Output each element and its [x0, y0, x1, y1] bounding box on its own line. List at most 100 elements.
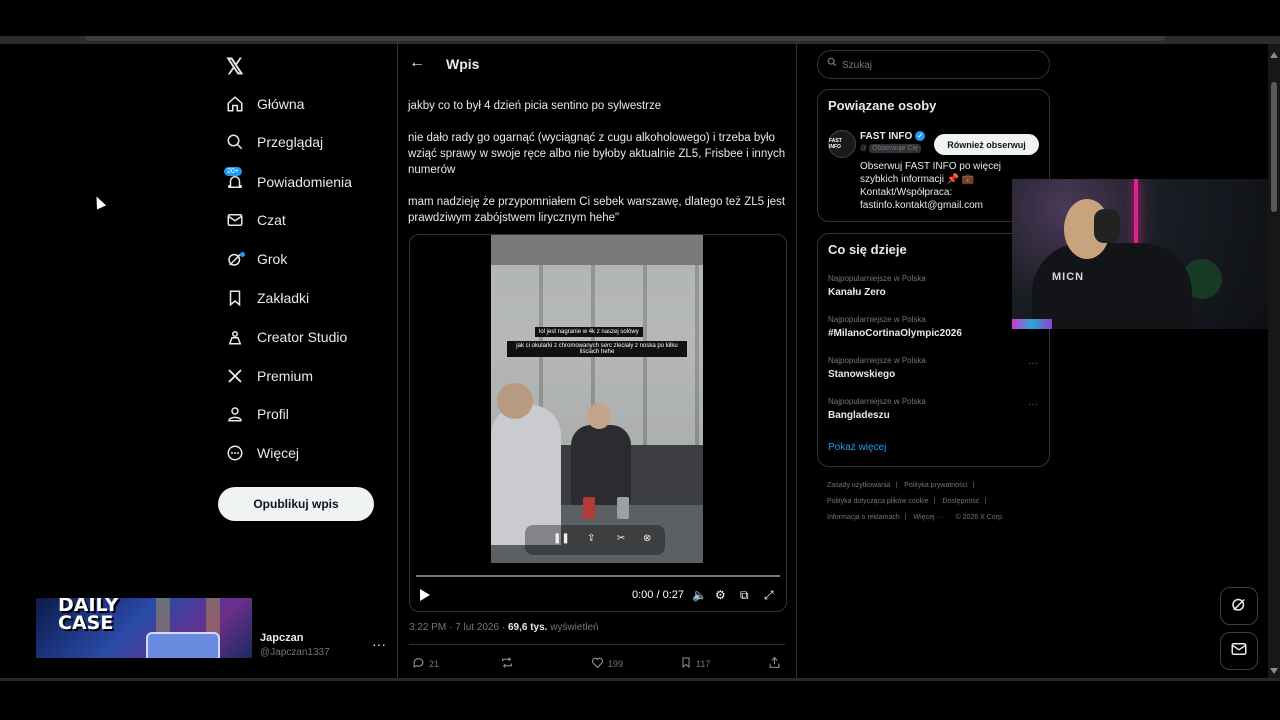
settings-gear-icon[interactable]: ⚙ [715, 588, 726, 602]
video-caption: lol jest nagranie w 4k z naszej solówy [535, 327, 643, 337]
like-button[interactable]: 199 [591, 656, 623, 672]
bookmark-button[interactable]: 117 [680, 656, 710, 672]
bookmark-count: 117 [696, 659, 711, 669]
notification-badge: 20+ [224, 167, 242, 176]
account-switcher[interactable]: Japczan @Japczan1337 [260, 632, 330, 658]
video-progress-bar[interactable] [416, 575, 780, 577]
account-bio: Obserwuj FAST INFO po więcej szybkich in… [860, 161, 1001, 211]
nav-item-label: Premium [257, 368, 314, 384]
search-box[interactable] [817, 50, 1050, 79]
follow-back-button[interactable]: Również obserwuj [934, 134, 1039, 155]
trend-name: Stanowskiego [828, 369, 896, 380]
webcam-shirt-label: MICN [1052, 271, 1085, 283]
post-meta: 3:22 PM · 7 lut 2026 · 69,6 tys. wyświet… [409, 622, 599, 633]
reply-icon [412, 656, 425, 672]
trend-context: Najpopularniejsze w Polska [828, 274, 926, 283]
nav-item-notifications[interactable]: 20+ Powiadomienia [218, 166, 352, 198]
trend-more-icon[interactable]: ··· [1028, 358, 1038, 369]
post-timestamp: 3:22 PM · 7 lut 2026 · [409, 622, 508, 633]
trend-item[interactable]: Najpopularniejsze w Polska Stanowskiego … [828, 356, 1038, 380]
nav-item-more[interactable]: Więcej [218, 437, 299, 469]
panel-heading: Co się dzieje [828, 242, 907, 257]
nav-item-label: Grok [257, 251, 288, 267]
trend-item[interactable]: Najpopularniejsze w Polska Bangladeszu ·… [828, 397, 1038, 421]
post-text-paragraph: nie dało rady go ogarnąć (wyciągnąć z cu… [408, 132, 786, 176]
search-icon [218, 133, 252, 151]
trend-item[interactable]: Najpopularniejsze w Polska Kanału Zero [828, 274, 1038, 298]
views-label: wyświetleń [547, 622, 599, 633]
nav-item-label: Czat [257, 212, 286, 228]
view-count: 69,6 tys. [507, 622, 548, 633]
post-text-paragraph: mam nadzieję że przypomniałem Ci sebek w… [408, 196, 786, 224]
video-time: 0:00 / 0:27 [632, 589, 684, 601]
nav-item-bookmarks[interactable]: Zakładki [218, 282, 309, 314]
grok-icon [1230, 595, 1248, 618]
page-scrollbar[interactable] [1268, 44, 1280, 678]
nav-item-label: Przeglądaj [257, 134, 324, 150]
nav-item-label: Więcej [257, 445, 300, 461]
scroll-down-icon[interactable] [1270, 668, 1278, 674]
nav-item-profile[interactable]: Profil [218, 398, 289, 430]
share-button[interactable] [768, 656, 785, 672]
mail-icon [1230, 640, 1248, 663]
scrollbar-thumb[interactable] [1271, 82, 1277, 212]
webcam-overlay: MICN [1012, 179, 1280, 329]
footer-links: Zasady użytkowania | Polityka prywatności… [827, 482, 1004, 521]
case-box-image [146, 632, 220, 658]
nav-item-chat[interactable]: Czat [218, 204, 286, 236]
nav-item-premium[interactable]: Premium [218, 360, 313, 392]
back-arrow-icon[interactable]: ← [409, 54, 425, 72]
grok-dot [240, 252, 245, 257]
nav-item-home[interactable]: Główna [218, 88, 304, 120]
x-logo-icon[interactable]: 𝕏 [226, 54, 244, 80]
footer-link-cookies[interactable]: Polityka dotycząca plików cookie [827, 498, 929, 505]
trend-name: #MilanoCortinaOlympic2026 [828, 328, 962, 339]
nav-item-explore[interactable]: Przeglądaj [218, 126, 323, 158]
inner-video-controls: ❚❚ ⇪ ✂ ⊗ [525, 525, 665, 555]
footer-link-privacy[interactable]: Polityka prywatności [904, 482, 967, 489]
trend-name: Kanału Zero [828, 287, 886, 298]
related-account-name[interactable]: FAST INFO ✓ [860, 131, 926, 142]
video-player[interactable]: lol jest nagranie w 4k z naszej solówy j… [409, 234, 787, 612]
browser-tab-strip [0, 36, 1280, 44]
video-frame: lol jest nagranie w 4k z naszej solówy j… [491, 235, 703, 563]
repost-button[interactable] [500, 656, 518, 672]
trend-item[interactable]: Najpopularniejsze w Polska #MilanoCortin… [828, 315, 1038, 339]
browser-top-area [0, 0, 1280, 36]
mouse-cursor-icon [91, 194, 107, 210]
verified-badge-icon: ✓ [915, 131, 926, 142]
reply-count: 21 [429, 659, 440, 669]
nav-item-creator-studio[interactable]: Creator Studio [218, 321, 347, 353]
post-detail-column: ← Wpis jakby co to był 4 dzień picia sen… [397, 44, 797, 678]
ad-title: DAILY CASE [58, 598, 119, 634]
account-name: Japczan [260, 632, 304, 644]
bookmark-icon [680, 656, 692, 672]
more-circle-icon [218, 444, 252, 462]
trend-more-icon[interactable]: ··· [1028, 399, 1038, 410]
volume-icon[interactable]: 🔈 [692, 588, 707, 602]
search-input[interactable] [840, 55, 1044, 75]
reply-button[interactable]: 21 [412, 656, 439, 672]
show-more-link[interactable]: Pokaż więcej [828, 442, 886, 453]
nav-item-grok[interactable]: Grok [218, 243, 287, 275]
trend-context: Najpopularniejsze w Polska [828, 356, 926, 365]
footer-link-terms[interactable]: Zasady użytkowania [827, 482, 890, 489]
avatar[interactable]: FAST INFO [828, 130, 856, 158]
footer-link-ads[interactable]: Informacja o reklamach [827, 514, 900, 521]
bottom-area [0, 678, 1280, 720]
footer-link-more[interactable]: Więcej ··· [914, 514, 944, 521]
play-icon[interactable] [420, 589, 430, 601]
post-text-paragraph: jakby co to był 4 dzień picia sentino po… [408, 100, 662, 112]
messages-floating-button[interactable] [1220, 632, 1258, 670]
grok-floating-button[interactable] [1220, 587, 1258, 625]
publish-post-button[interactable]: Opublikuj wpis [218, 487, 374, 521]
follows-you-badge: Obserwuje Cię [869, 144, 922, 153]
footer-link-accessibility[interactable]: Dostępność [942, 498, 979, 505]
divider [409, 644, 785, 645]
picture-in-picture-icon[interactable]: ⧉ [740, 588, 749, 603]
fullscreen-icon[interactable]: ⤢ [764, 588, 774, 603]
nav-item-label: Zakładki [257, 290, 310, 306]
post-actions: 21 199 117 [398, 656, 796, 672]
account-more-icon[interactable]: ··· [372, 636, 386, 652]
scroll-up-icon[interactable] [1270, 52, 1278, 58]
